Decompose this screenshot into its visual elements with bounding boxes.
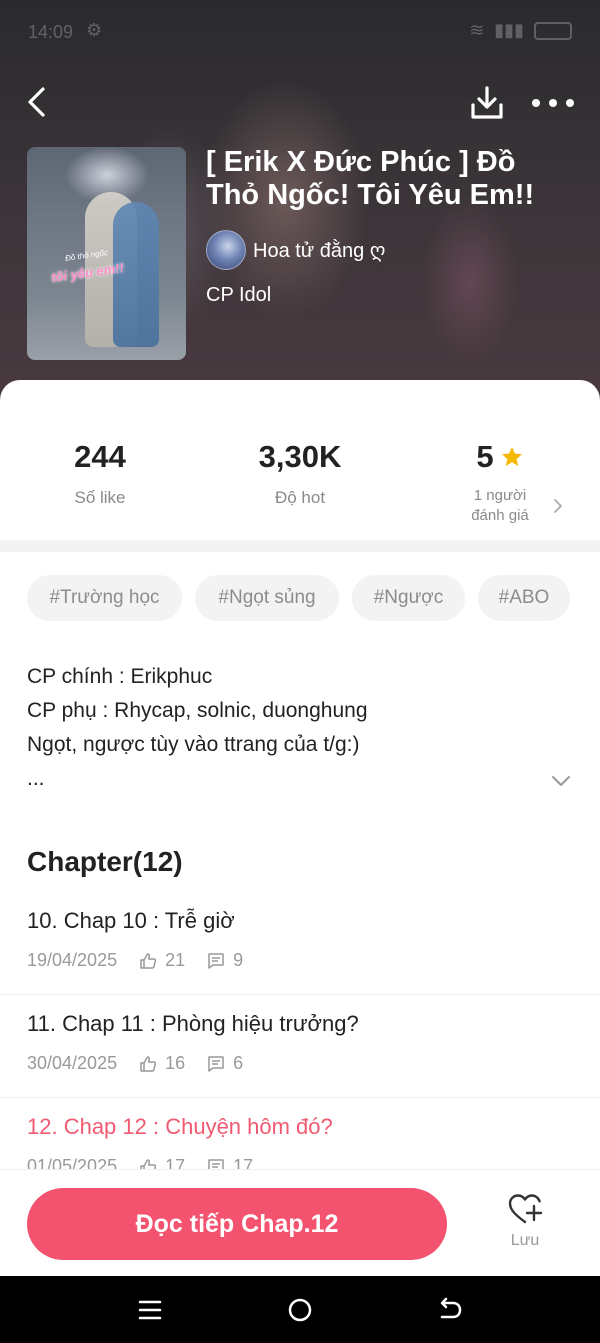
- likes-value: 244: [74, 439, 126, 474]
- book-cover[interactable]: Đồ thỏ ngốc tôi yêu em!!: [27, 147, 186, 360]
- rating-count-label: 1 người đánh giá: [440, 486, 560, 526]
- description-line: Ngọt, ngược tùy vào ttrang của t/g:): [27, 733, 360, 756]
- chapter-row[interactable]: 11. Chap 11 : Phòng hiệu trưởng? 30/04/2…: [0, 995, 600, 1098]
- home-icon[interactable]: [284, 1294, 316, 1326]
- heart-plus-icon: [508, 1194, 543, 1224]
- chapter-list-heading: Chapter(12): [27, 846, 183, 877]
- rating-row: 5: [440, 438, 560, 476]
- more-options-button[interactable]: [532, 90, 574, 116]
- likes-label: Số like: [74, 488, 126, 507]
- chapter-title: 10. Chap 10 : Trễ giờ: [27, 908, 235, 933]
- chapter-date: 30/04/2025: [27, 1053, 118, 1073]
- download-icon: [471, 86, 503, 119]
- more-dot-icon: [532, 99, 540, 107]
- chevron-right-icon[interactable]: [552, 498, 564, 514]
- save-to-library-button[interactable]: Lưu: [490, 1192, 560, 1262]
- chapter-meta: 30/04/2025 16 6: [27, 1053, 243, 1074]
- chapter-title: 11. Chap 11 : Phòng hiệu trưởng?: [27, 1011, 359, 1036]
- continue-reading-button[interactable]: Đọc tiếp Chap.12: [27, 1188, 447, 1260]
- book-header: 14:09 ⚙ ≋ ▮▮▮ Đồ thỏ ngốc tôi yêu em!! […: [0, 0, 600, 420]
- wifi-icon: ≋: [469, 20, 485, 40]
- status-time: 14:09: [28, 22, 74, 42]
- description-line: CP chính : Erikphuc: [27, 665, 213, 688]
- author-name: Hoa tử đằng ღ: [253, 239, 386, 262]
- author-avatar: [206, 230, 246, 270]
- rating-value: 5: [476, 439, 494, 474]
- system-navigation-bar: [0, 1276, 600, 1343]
- battery-icon: [534, 21, 572, 40]
- status-icons: ≋ ▮▮▮: [469, 20, 572, 41]
- status-bar: 14:09 ⚙ ≋ ▮▮▮: [0, 0, 600, 64]
- hot-value: 3,30K: [258, 439, 342, 474]
- bottom-action-bar: Đọc tiếp Chap.12 Lưu: [0, 1169, 600, 1276]
- save-label: Lưu: [510, 1232, 540, 1249]
- chapter-likes: 16: [165, 1053, 186, 1073]
- more-dot-icon: [566, 99, 574, 107]
- chapter-meta: 19/04/2025 21 9: [27, 950, 243, 971]
- thumbs-up-icon: [140, 1055, 157, 1072]
- tag-chip[interactable]: #Trường học: [27, 575, 182, 621]
- book-title: [ Erik X Đức Phúc ] Đồ Thỏ Ngốc! Tôi Yêu…: [206, 146, 535, 211]
- recent-apps-icon[interactable]: [134, 1294, 166, 1326]
- back-nav-icon[interactable]: [434, 1294, 466, 1326]
- more-dot-icon: [549, 99, 557, 107]
- signal-icon: ▮▮▮: [494, 20, 524, 40]
- thumbs-up-icon: [140, 952, 157, 969]
- description-line: CP phụ : Rhycap, solnic, duonghung: [27, 699, 368, 722]
- book-details-sheet: 244 Số like 3,30K Độ hot 5 1 người đánh …: [0, 380, 600, 1276]
- chapter-title: 12. Chap 12 : Chuyện hôm đó?: [27, 1114, 333, 1139]
- likes-stat: 244 Số like: [40, 438, 160, 508]
- description-line: ...: [27, 767, 45, 790]
- star-icon: [501, 447, 522, 466]
- back-button[interactable]: [20, 84, 56, 120]
- chapter-row[interactable]: 10. Chap 10 : Trễ giờ 19/04/2025 21 9: [0, 892, 600, 995]
- download-button[interactable]: [468, 84, 506, 122]
- hot-stat: 3,30K Độ hot: [230, 438, 370, 508]
- expand-description-icon[interactable]: [550, 774, 572, 788]
- comment-icon: [208, 1055, 224, 1072]
- chapter-comments: 9: [233, 950, 244, 970]
- settings-status-icon: ⚙: [86, 20, 103, 40]
- hot-label: Độ hot: [274, 488, 326, 507]
- tag-chip[interactable]: #Ngược: [352, 575, 465, 621]
- rating-stat[interactable]: 5 1 người đánh giá: [440, 438, 560, 526]
- rating-count-line1: 1 người: [473, 487, 527, 504]
- author-link[interactable]: Hoa tử đằng ღ: [206, 230, 386, 270]
- comment-icon: [208, 952, 224, 969]
- tag-chip[interactable]: #Ngọt sủng: [195, 575, 339, 621]
- section-divider: [0, 540, 600, 552]
- tag-chip[interactable]: #ABO: [478, 575, 570, 621]
- book-description: CP chính : Erikphuc CP phụ : Rhycap, sol…: [27, 660, 547, 796]
- chapter-likes: 21: [165, 950, 186, 970]
- rating-count-line2: đánh giá: [471, 507, 529, 524]
- book-category[interactable]: CP Idol: [206, 284, 271, 307]
- chapter-date: 19/04/2025: [27, 950, 118, 970]
- chapter-comments: 6: [233, 1053, 244, 1073]
- chevron-left-icon: [28, 87, 45, 117]
